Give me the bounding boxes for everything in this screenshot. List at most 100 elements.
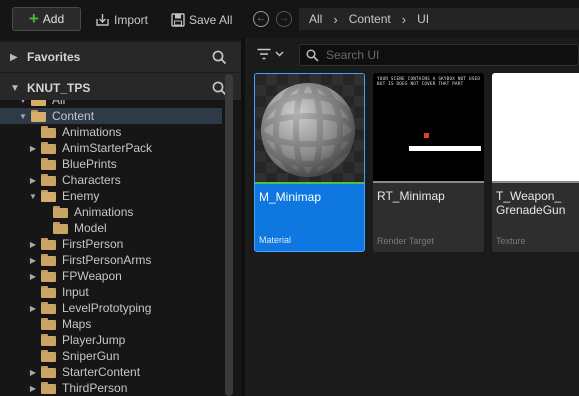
add-button-label: Add <box>42 12 65 26</box>
expanded-arrow-icon: ▼ <box>10 82 20 94</box>
folder-tree-item[interactable]: ▶ AnimStarterPack <box>0 140 222 156</box>
asset-search-box[interactable] <box>299 44 579 66</box>
folder-label: Content <box>52 109 95 123</box>
asset-tile-texture[interactable]: T_Weapon_ GrenadeGun Texture <box>492 73 579 252</box>
sources-panel: ▶ Favorites ▼ KNUT_TPS ▼ All ▼ Content Anima… <box>0 40 241 396</box>
import-button-label: Import <box>114 12 149 27</box>
folder-tree-item[interactable]: BluePrints <box>0 156 222 172</box>
import-button[interactable]: Import <box>95 11 148 28</box>
folder-tree-item[interactable]: ▶ LevelPrototyping <box>0 300 222 316</box>
add-button[interactable]: + Add <box>12 7 81 31</box>
folder-tree-item[interactable]: ▶ FirstPersonArms <box>0 252 222 268</box>
chevron-right-icon[interactable]: › <box>333 12 337 27</box>
collapsed-arrow-icon[interactable]: ▶ <box>28 256 38 265</box>
breadcrumb: All › Content › UI <box>299 8 579 30</box>
folder-open-icon <box>41 190 57 202</box>
expanded-arrow-icon[interactable]: ▼ <box>28 192 38 201</box>
collapsed-arrow-icon[interactable]: ▶ <box>28 144 38 153</box>
folder-label: Maps <box>62 317 92 331</box>
collapsed-arrow-icon[interactable]: ▶ <box>28 240 38 249</box>
asset-tile-material[interactable]: M_Minimap Material <box>254 73 365 252</box>
folder-tree-item[interactable]: ▶ StarterContent <box>0 364 222 380</box>
folder-tree-item[interactable]: Input <box>0 284 222 300</box>
breadcrumb-item-all[interactable]: All <box>309 12 322 26</box>
asset-type-color-bar <box>255 182 364 184</box>
search-input[interactable] <box>326 48 566 62</box>
folder-icon <box>41 238 57 250</box>
expanded-arrow-icon[interactable]: ▼ <box>18 100 28 105</box>
folder-label: SniperGun <box>62 349 120 363</box>
breadcrumb-item-content[interactable]: Content <box>349 12 391 26</box>
folder-icon <box>41 142 57 154</box>
asset-type: Render Target <box>377 236 434 246</box>
history-forward-button[interactable]: → <box>276 11 292 27</box>
filter-button[interactable] <box>257 48 284 60</box>
folder-icon <box>41 286 57 298</box>
folder-label: FirstPersonArms <box>62 253 152 267</box>
folder-tree-item[interactable]: Animations <box>0 204 222 220</box>
collapsed-arrow-icon[interactable]: ▶ <box>28 176 38 185</box>
arrow-left-icon: ← <box>256 13 266 24</box>
asset-thumbnail: YOUR SCENE CONTAINS A SKYBOX NOT USED BU… <box>373 73 484 181</box>
asset-tile-render-target[interactable]: YOUR SCENE CONTAINS A SKYBOX NOT USED BU… <box>373 73 484 252</box>
folder-tree-item[interactable]: ▼ Enemy <box>0 188 222 204</box>
breadcrumb-item-ui[interactable]: UI <box>417 12 429 26</box>
plus-icon: + <box>28 9 39 28</box>
render-target-preview-text: YOUR SCENE CONTAINS A SKYBOX NOT USED BU… <box>377 77 481 87</box>
folder-tree-item[interactable]: Maps <box>0 316 222 332</box>
folder-icon <box>41 174 57 186</box>
asset-view: M_Minimap Material YOUR SCENE CONTAINS A… <box>245 38 579 396</box>
asset-name: RT_Minimap <box>377 189 445 203</box>
folder-label: Input <box>62 285 89 299</box>
asset-type: Texture <box>496 236 526 246</box>
import-icon <box>96 13 109 26</box>
folder-tree-item[interactable]: SniperGun <box>0 348 222 364</box>
folder-icon <box>41 382 57 394</box>
folder-tree-item[interactable]: ▶ FPWeapon <box>0 268 222 284</box>
folder-icon <box>41 254 57 266</box>
project-label: KNUT_TPS <box>27 81 91 95</box>
folder-tree: ▼ All ▼ Content Animations ▶ AnimStarterPack Bl… <box>0 100 241 396</box>
search-icon[interactable] <box>212 50 227 65</box>
folder-tree-item[interactable]: ▶ Characters <box>0 172 222 188</box>
folder-tree-item[interactable]: Model <box>0 220 222 236</box>
folder-icon <box>41 270 57 282</box>
collapsed-arrow-icon[interactable]: ▶ <box>28 304 38 313</box>
folder-label: FPWeapon <box>62 269 122 283</box>
folder-open-icon <box>31 100 47 106</box>
folder-label: AnimStarterPack <box>62 141 153 155</box>
collapsed-arrow-icon[interactable]: ▶ <box>28 272 38 281</box>
expanded-arrow-icon[interactable]: ▼ <box>18 112 28 121</box>
project-header[interactable]: ▼ KNUT_TPS <box>0 73 241 103</box>
folder-label: LevelPrototyping <box>62 301 152 315</box>
folder-tree-item[interactable]: ▶ FirstPerson <box>0 236 222 252</box>
content-browser-toolbar: + Add Import Save All ← → All › Content … <box>0 0 579 38</box>
collapsed-arrow-icon[interactable]: ▶ <box>28 384 38 393</box>
folder-open-icon <box>31 110 47 122</box>
folder-tree-item[interactable]: PlayerJump <box>0 332 222 348</box>
folder-tree-item[interactable]: Animations <box>0 124 222 140</box>
save-icon <box>171 12 185 27</box>
player-marker <box>424 133 429 138</box>
arrow-right-icon: → <box>279 13 289 24</box>
folder-icon <box>53 222 69 234</box>
chevron-right-icon[interactable]: › <box>402 12 406 27</box>
collapsed-arrow-icon[interactable]: ▶ <box>28 368 38 377</box>
folder-label: All <box>52 100 66 107</box>
asset-type: Material <box>259 235 292 245</box>
asset-thumbnail <box>255 74 364 182</box>
chevron-down-icon <box>275 51 284 57</box>
favorites-header[interactable]: ▶ Favorites <box>0 42 241 72</box>
tree-scrollbar[interactable] <box>225 74 233 396</box>
filter-icon <box>257 48 271 60</box>
folder-icon <box>41 302 57 314</box>
folder-label: BluePrints <box>62 157 117 171</box>
save-all-button[interactable]: Save All <box>171 11 232 28</box>
folder-label: FirstPerson <box>62 237 124 251</box>
folder-icon <box>41 158 57 170</box>
history-back-button[interactable]: ← <box>253 11 269 27</box>
folder-tree-item[interactable]: ▼ All <box>0 100 222 108</box>
folder-tree-item[interactable]: ▶ ThirdPerson <box>0 380 222 396</box>
asset-thumbnail <box>492 73 579 181</box>
folder-tree-item[interactable]: ▼ Content <box>0 108 222 124</box>
